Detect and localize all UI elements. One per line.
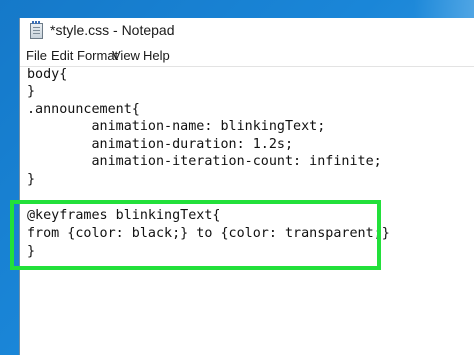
code-line: } <box>27 84 36 99</box>
menu-edit[interactable]: Edit <box>51 48 73 63</box>
title-bar[interactable]: *style.css - Notepad <box>20 18 474 44</box>
menu-help[interactable]: Help <box>143 48 170 63</box>
menu-view[interactable]: View <box>112 48 140 63</box>
menu-bar: File Edit Format View Help <box>20 44 474 66</box>
text-editor-area[interactable]: body{ } .announcement{ animation-name: b… <box>10 66 474 355</box>
highlight-box <box>10 200 381 270</box>
notepad-icon[interactable] <box>30 21 43 39</box>
code-line: .announcement{ <box>27 102 140 117</box>
window-title: *style.css - Notepad <box>50 22 175 38</box>
code-line: animation-iteration-count: infinite; <box>27 154 382 169</box>
code-line: animation-name: blinkingText; <box>27 119 326 134</box>
notepad-window: *style.css - Notepad File Edit Format Vi… <box>10 18 474 355</box>
code-line: body{ <box>27 67 68 82</box>
code-line: animation-duration: 1.2s; <box>27 137 294 152</box>
code-line: } <box>27 172 36 187</box>
menu-file[interactable]: File <box>26 48 47 63</box>
